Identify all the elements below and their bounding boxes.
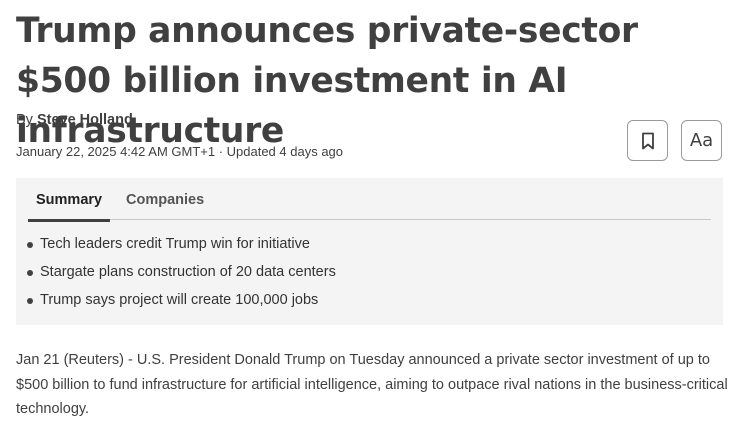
byline: By Steve Holland bbox=[16, 112, 133, 128]
font-size-label: Aa bbox=[689, 130, 714, 151]
font-size-button[interactable]: Aa bbox=[681, 120, 722, 161]
bullet-dot-icon bbox=[27, 242, 33, 248]
byline-prefix: By bbox=[16, 112, 37, 128]
bookmark-icon bbox=[641, 132, 654, 149]
article-dateline: January 22, 2025 4:42 AM GMT+1 · Updated… bbox=[16, 144, 344, 159]
author-link[interactable]: Steve Holland bbox=[37, 112, 133, 128]
summary-bullet-text: Stargate plans construction of 20 data c… bbox=[40, 264, 336, 280]
bullet-dot-icon bbox=[27, 298, 33, 304]
summary-bullet: Tech leaders credit Trump win for initia… bbox=[27, 234, 336, 262]
bookmark-button[interactable] bbox=[627, 120, 668, 161]
article-headline: Trump announces private-sector $500 bill… bbox=[16, 11, 638, 151]
summary-bullet: Stargate plans construction of 20 data c… bbox=[27, 262, 336, 290]
summary-bullet-text: Tech leaders credit Trump win for initia… bbox=[40, 236, 310, 252]
summary-panel: Summary Companies Tech leaders credit Tr… bbox=[16, 178, 723, 325]
summary-bullet-text: Trump says project will create 100,000 j… bbox=[40, 292, 319, 308]
bullet-dot-icon bbox=[27, 270, 33, 276]
summary-bullets: Tech leaders credit Trump win for initia… bbox=[27, 234, 336, 318]
article-body-paragraph: Jan 21 (Reuters) - U.S. President Donald… bbox=[16, 352, 728, 417]
tab-companies[interactable]: Companies bbox=[118, 192, 212, 219]
summary-tabs: Summary Companies bbox=[28, 178, 711, 222]
tab-summary[interactable]: Summary bbox=[28, 192, 111, 222]
summary-bullet: Trump says project will create 100,000 j… bbox=[27, 290, 336, 318]
